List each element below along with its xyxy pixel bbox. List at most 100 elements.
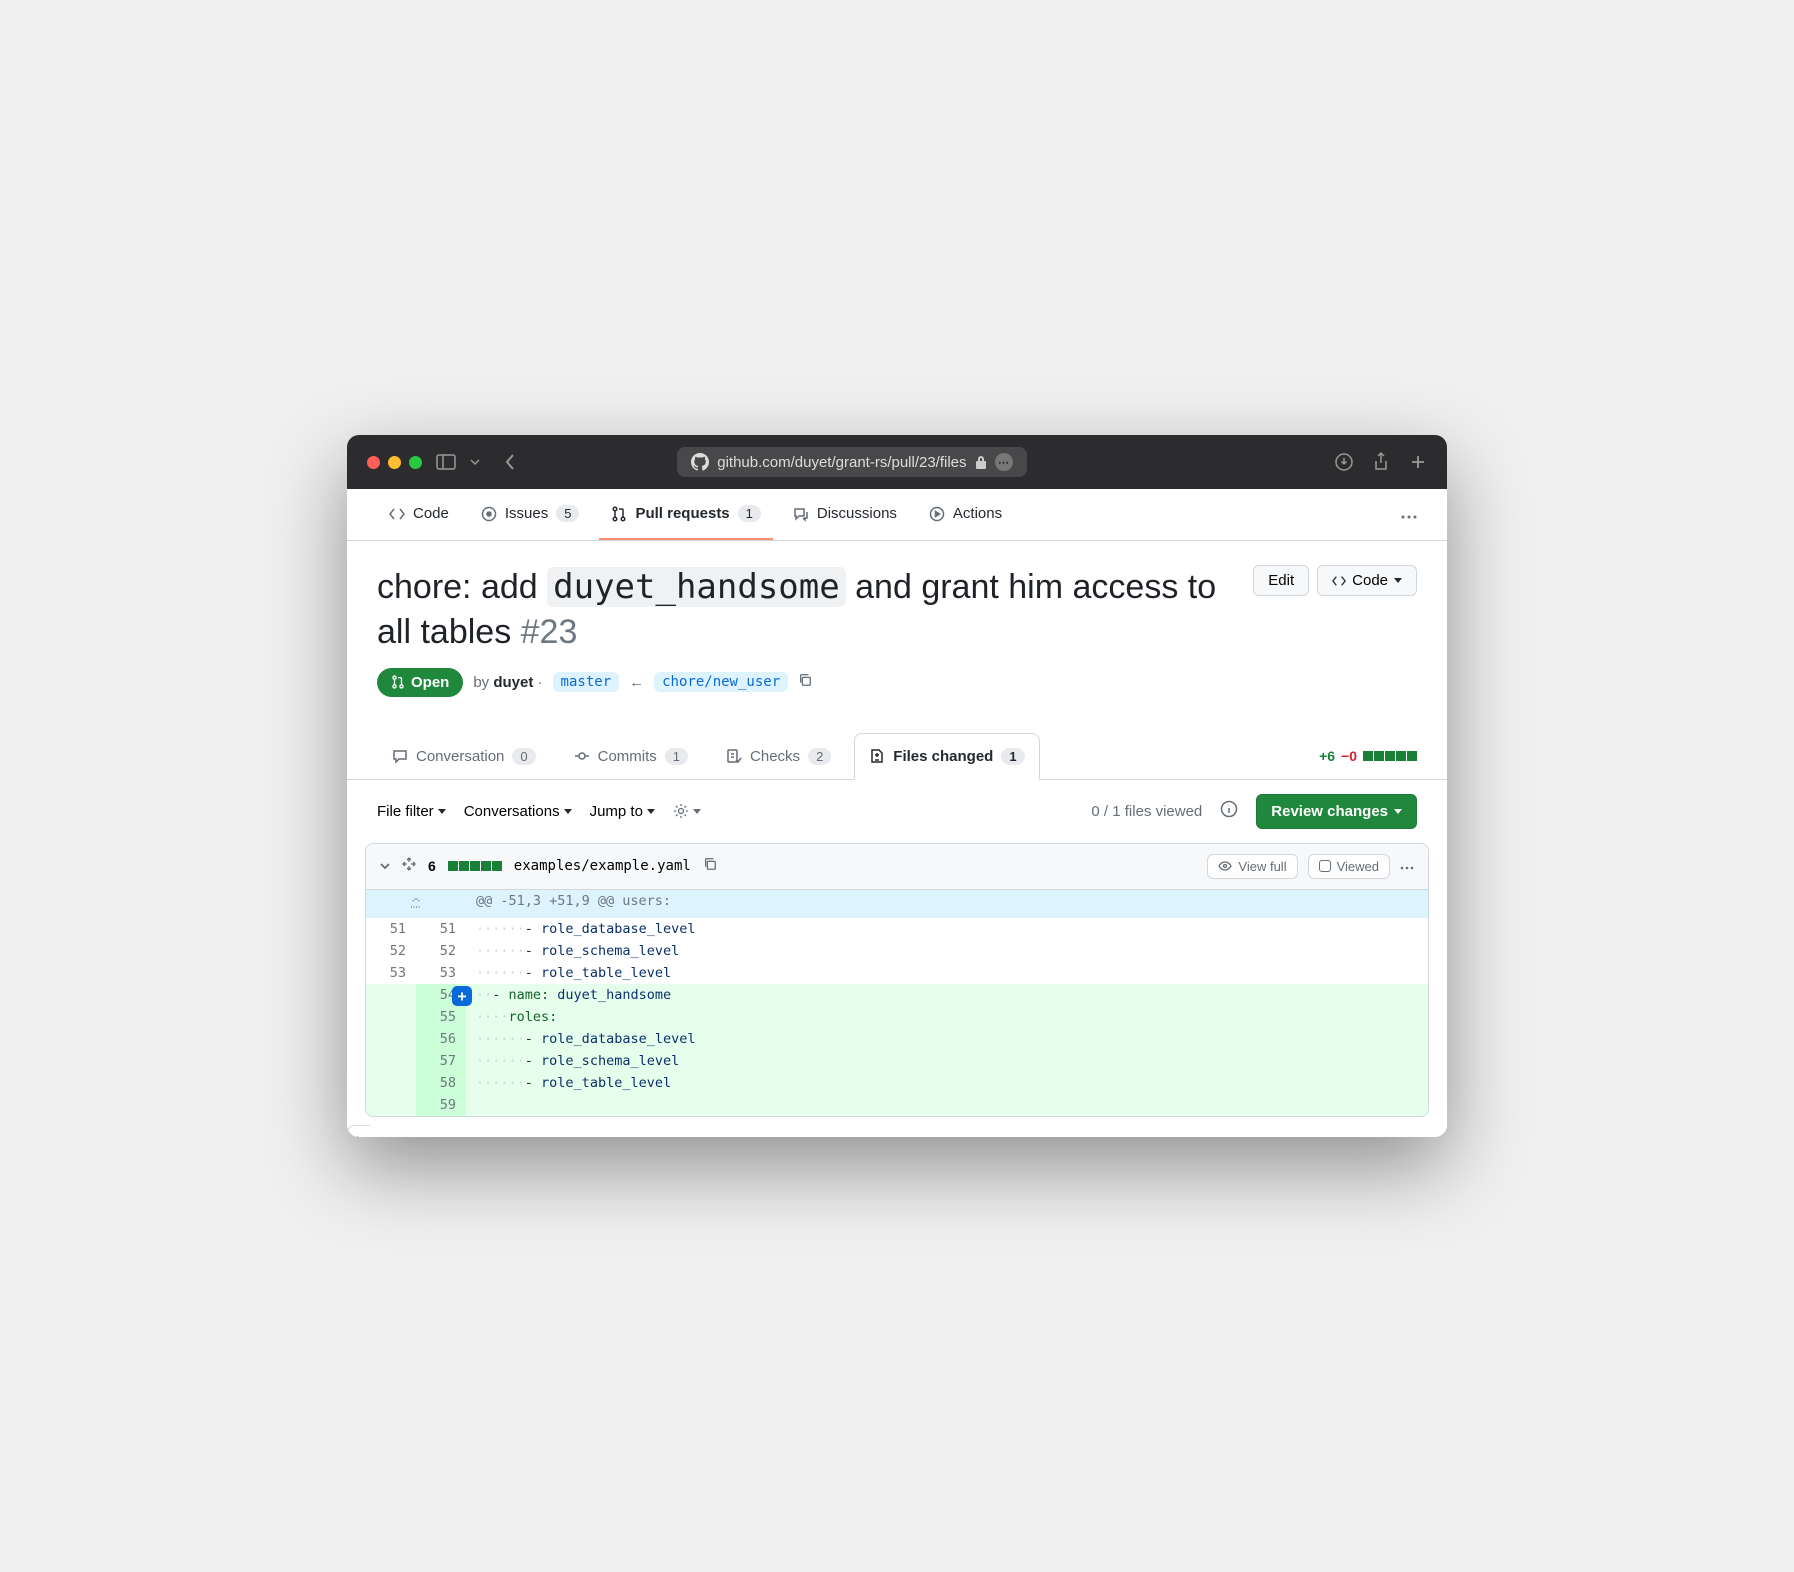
minimize-window-icon[interactable]: [388, 456, 401, 469]
viewed-checkbox[interactable]: Viewed: [1308, 854, 1390, 879]
share-icon[interactable]: [1373, 452, 1389, 472]
issue-icon: [481, 506, 497, 522]
code-cell[interactable]: +··- name: duyet_handsome: [466, 984, 1428, 1006]
file-header: 6 examples/example.yaml View full Viewed: [366, 844, 1428, 890]
file-more-icon[interactable]: [1400, 857, 1414, 875]
caret-down-icon: [564, 809, 572, 814]
commit-icon: [574, 748, 590, 764]
line-number-new: 59: [416, 1094, 466, 1116]
line-number-old: [366, 1050, 416, 1072]
octotree-handle[interactable]: ctotreeO: [347, 1125, 370, 1136]
diff-line: 55····roles:: [366, 1006, 1428, 1028]
nav-more-icon[interactable]: [1401, 506, 1417, 524]
diff-blocks-icon: [1363, 751, 1417, 761]
diff-view: @@ -51,3 +51,9 @@ users: 5151······- rol…: [366, 890, 1428, 1116]
files-toolbar: File filter Conversations Jump to 0 / 1 …: [347, 780, 1447, 843]
file-diff-icon: [869, 748, 885, 764]
hunk-header: @@ -51,3 +51,9 @@ users:: [366, 890, 1428, 918]
reader-icon[interactable]: ⋯: [995, 453, 1013, 471]
edit-button[interactable]: Edit: [1253, 565, 1309, 596]
file-path[interactable]: examples/example.yaml: [514, 858, 691, 874]
tab-commits[interactable]: Commits 1: [559, 733, 703, 779]
pr-title: chore: add duyet_handsome and grant him …: [377, 565, 1241, 653]
line-number-old: [366, 1006, 416, 1028]
caret-down-icon: [1394, 809, 1402, 814]
head-branch[interactable]: chore/new_user: [654, 672, 788, 692]
expand-all-icon[interactable]: [402, 857, 416, 876]
code-icon: [389, 506, 405, 522]
expand-up-icon[interactable]: [366, 890, 466, 918]
nav-actions[interactable]: Actions: [917, 489, 1014, 540]
line-number-old: [366, 1028, 416, 1050]
titlebar: github.com/duyet/grant-rs/pull/23/files …: [347, 435, 1447, 489]
download-icon[interactable]: [1335, 452, 1353, 472]
copy-branch-icon[interactable]: [798, 673, 812, 691]
code-cell[interactable]: ······- role_database_level: [466, 918, 1428, 940]
nav-issues[interactable]: Issues 5: [469, 489, 592, 540]
caret-down-icon: [438, 809, 446, 814]
code-cell[interactable]: ······- role_schema_level: [466, 940, 1428, 962]
checkbox-icon: [1319, 860, 1331, 872]
code-cell[interactable]: ······- role_table_level: [466, 962, 1428, 984]
code-icon: [1332, 574, 1346, 588]
diff-line: 5353······- role_table_level: [366, 962, 1428, 984]
base-branch[interactable]: master: [553, 672, 620, 692]
caret-down-icon: [1394, 578, 1402, 583]
author-link[interactable]: duyet: [493, 674, 533, 691]
collapse-file-icon[interactable]: [380, 857, 390, 875]
lock-icon: [975, 455, 987, 469]
line-number-old: [366, 1072, 416, 1094]
url-bar[interactable]: github.com/duyet/grant-rs/pull/23/files …: [677, 447, 1026, 477]
add-comment-icon[interactable]: +: [452, 986, 472, 1006]
line-number-old: [366, 1094, 416, 1116]
view-full-button[interactable]: View full: [1207, 854, 1297, 879]
copy-path-icon[interactable]: [703, 857, 717, 876]
line-number-old: 52: [366, 940, 416, 962]
line-number-new: 58: [416, 1072, 466, 1094]
code-cell[interactable]: ······- role_schema_level: [466, 1050, 1428, 1072]
code-cell[interactable]: ····roles:: [466, 1006, 1428, 1028]
github-icon: [691, 453, 709, 471]
sidebar-toggle-icon[interactable]: [436, 454, 456, 470]
jump-to-dropdown[interactable]: Jump to: [590, 803, 655, 820]
issues-count: 5: [556, 505, 579, 522]
diff-blocks-icon: [448, 861, 502, 871]
file-change-count: 6: [428, 858, 436, 874]
diff-line: 54+··- name: duyet_handsome: [366, 984, 1428, 1006]
nav-pull-requests[interactable]: Pull requests 1: [599, 489, 772, 540]
diff-line: 57······- role_schema_level: [366, 1050, 1428, 1072]
tab-conversation[interactable]: Conversation 0: [377, 733, 551, 779]
code-cell[interactable]: [466, 1094, 1428, 1116]
code-cell[interactable]: ······- role_database_level: [466, 1028, 1428, 1050]
conversations-dropdown[interactable]: Conversations: [464, 803, 572, 820]
tab-files-changed[interactable]: Files changed 1: [854, 733, 1039, 780]
diffstat: +6 −0: [1319, 748, 1417, 764]
prs-count: 1: [738, 505, 761, 522]
diff-settings-icon[interactable]: [673, 803, 701, 819]
code-cell[interactable]: ······- role_table_level: [466, 1072, 1428, 1094]
diff-line: 58······- role_table_level: [366, 1072, 1428, 1094]
nav-discussions[interactable]: Discussions: [781, 489, 909, 540]
review-changes-button[interactable]: Review changes: [1256, 794, 1417, 829]
file-filter-dropdown[interactable]: File filter: [377, 803, 446, 820]
close-window-icon[interactable]: [367, 456, 380, 469]
line-number-new: 52: [416, 940, 466, 962]
files-viewed-text: 0 / 1 files viewed: [1091, 803, 1202, 820]
code-button[interactable]: Code: [1317, 565, 1417, 596]
chevron-down-icon[interactable]: [470, 459, 480, 465]
maximize-window-icon[interactable]: [409, 456, 422, 469]
new-tab-icon[interactable]: [1409, 452, 1427, 472]
comment-icon: [392, 748, 408, 764]
arrow-left-icon: ←: [629, 674, 644, 691]
line-number-old: 51: [366, 918, 416, 940]
back-icon[interactable]: [504, 453, 516, 471]
info-icon[interactable]: [1220, 800, 1238, 822]
line-number-new: 55: [416, 1006, 466, 1028]
line-number-new: 51: [416, 918, 466, 940]
play-icon: [929, 506, 945, 522]
line-number-old: 53: [366, 962, 416, 984]
tab-checks[interactable]: Checks 2: [711, 733, 846, 779]
state-badge: Open: [377, 668, 463, 697]
line-number-new: 53: [416, 962, 466, 984]
nav-code[interactable]: Code: [377, 489, 461, 540]
